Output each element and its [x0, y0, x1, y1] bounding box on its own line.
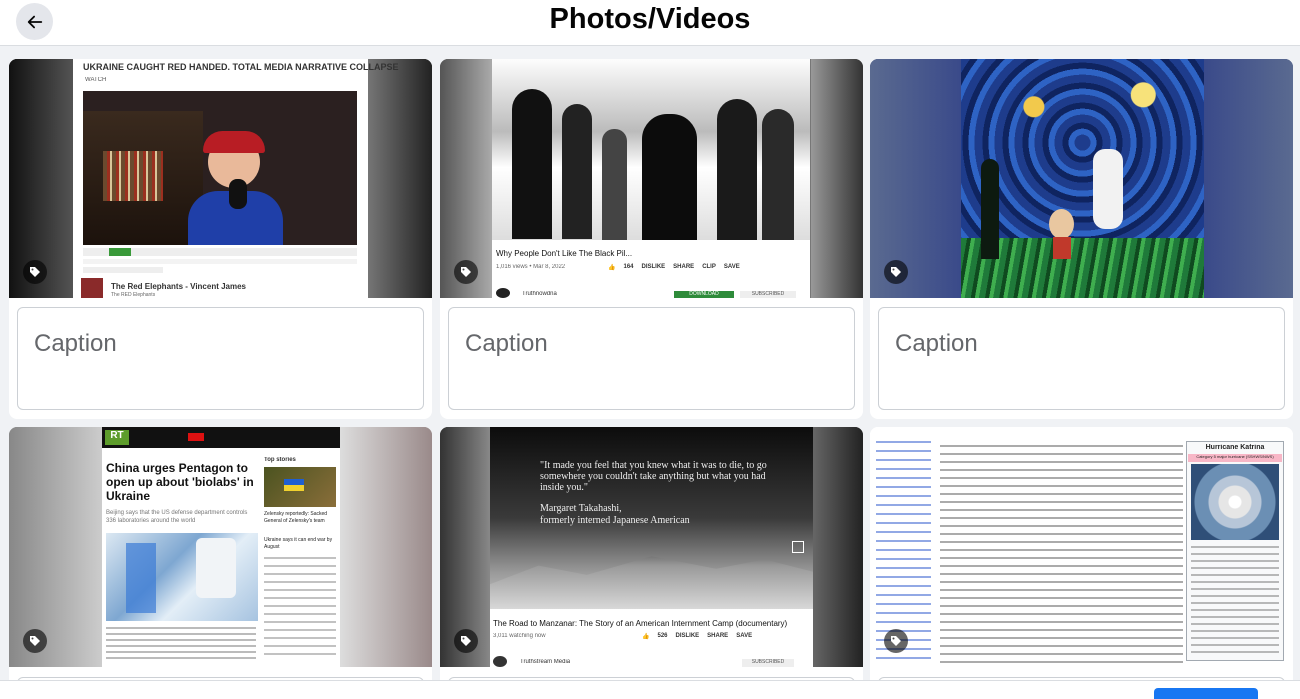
blur-edge: [811, 59, 863, 298]
caption-input[interactable]: Caption: [448, 307, 855, 410]
blur-edge: [340, 427, 432, 667]
tag-button[interactable]: [884, 260, 908, 284]
blur-edge: [813, 427, 863, 667]
clip-button[interactable]: CLIP: [702, 264, 716, 271]
quote-role: formerly interned Japanese American: [540, 515, 690, 526]
like-icon[interactable]: 👍: [608, 264, 615, 271]
article-body: [940, 445, 1183, 667]
screenshot-page: Why People Don't Like The Black Pil... 1…: [492, 59, 810, 298]
dislike-button[interactable]: DISLIKE: [676, 633, 700, 640]
screenshot-page: "It made you feel that you knew what it …: [490, 427, 813, 667]
media-card: Caption: [870, 59, 1293, 419]
tag-icon: [461, 267, 471, 277]
subscribe-button[interactable]: SUBSCRIBED: [740, 291, 796, 298]
footer-bar: [0, 680, 1300, 699]
side-heading: Top stories: [264, 457, 296, 463]
media-card: RT China urges Pentagon to open up about…: [9, 427, 432, 699]
tag-button[interactable]: [884, 629, 908, 653]
media-thumbnail[interactable]: RT China urges Pentagon to open up about…: [9, 427, 432, 667]
site-navbar: RT: [102, 427, 340, 448]
media-card: Why People Don't Like The Black Pil... 1…: [440, 59, 863, 419]
expand-icon[interactable]: [792, 541, 804, 553]
channel-name: The Red Elephants - Vincent James: [111, 282, 247, 291]
media-card: Hurricane Katrina Category 5 major hurri…: [870, 427, 1293, 699]
dislike-button[interactable]: DISLIKE: [642, 264, 666, 271]
tag-button[interactable]: [23, 260, 47, 284]
blur-edge: [1204, 59, 1293, 298]
video-frame: [492, 59, 810, 240]
media-thumbnail[interactable]: [870, 59, 1293, 298]
screenshot-page: UKRAINE CAUGHT RED HANDED. TOTAL MEDIA N…: [73, 59, 399, 298]
media-thumbnail[interactable]: Why People Don't Like The Black Pil... 1…: [440, 59, 863, 298]
tag-button[interactable]: [23, 629, 47, 653]
hurricane-image: [1191, 464, 1279, 540]
video-meta: 1,016 views • Mar 8, 2022: [496, 264, 566, 270]
share-button[interactable]: SHARE: [707, 633, 728, 640]
site-logo: RT: [105, 430, 129, 445]
subscribe-button[interactable]: SUBSCRIBED: [742, 659, 794, 667]
media-card: UKRAINE CAUGHT RED HANDED. TOTAL MEDIA N…: [9, 59, 432, 419]
blur-edge: [9, 427, 102, 667]
download-button[interactable]: DOWNLOAD: [674, 291, 734, 298]
article-image: [106, 533, 258, 621]
media-card: "It made you feel that you knew what it …: [440, 427, 863, 699]
save-button[interactable]: SAVE: [736, 633, 752, 640]
infobox: Hurricane Katrina Category 5 major hurri…: [1186, 441, 1284, 661]
wiki-sidebar: [876, 441, 931, 661]
caption-placeholder: Caption: [465, 330, 548, 357]
quote-text: "It made you feel that you knew what it …: [540, 460, 767, 493]
media-thumbnail[interactable]: "It made you feel that you knew what it …: [440, 427, 863, 667]
page-title: Photos/Videos: [549, 3, 751, 35]
screenshot-page: RT China urges Pentagon to open up about…: [102, 427, 340, 667]
tag-icon: [891, 636, 901, 646]
action-row: 👍 526 DISLIKE SHARE SAVE: [642, 633, 752, 640]
video-frame: "It made you feel that you knew what it …: [490, 427, 813, 609]
caption-placeholder: Caption: [34, 330, 117, 357]
media-thumbnail[interactable]: UKRAINE CAUGHT RED HANDED. TOTAL MEDIA N…: [9, 59, 432, 298]
caption-placeholder: Caption: [895, 330, 978, 357]
video-frame: [83, 91, 357, 245]
share-button[interactable]: SHARE: [673, 264, 694, 271]
tag-button[interactable]: [454, 629, 478, 653]
article-subtitle: Beijing says that the US defense departm…: [106, 510, 248, 524]
video-title: Why People Don't Like The Black Pil...: [496, 249, 633, 258]
caption-input[interactable]: Caption: [878, 307, 1285, 410]
side-image: [264, 467, 336, 507]
watch-label: WATCH: [85, 77, 107, 83]
tag-icon: [461, 636, 471, 646]
video-title: The Road to Manzanar: The Story of an Am…: [493, 619, 788, 628]
tag-button[interactable]: [454, 260, 478, 284]
channel-name: Truthstream Media: [520, 659, 571, 665]
screenshot-page: Hurricane Katrina Category 5 major hurri…: [870, 427, 1293, 667]
painting: [961, 59, 1204, 298]
side-story: Zelensky reportedly: Sacked General of Z…: [264, 511, 328, 524]
tag-icon: [30, 636, 40, 646]
avatar: [496, 288, 510, 298]
caption-input[interactable]: Caption: [17, 307, 424, 410]
header-bar: Photos/Videos: [0, 0, 1300, 46]
blur-edge: [870, 59, 961, 298]
action-row: 👍 164 DISLIKE SHARE CLIP SAVE: [608, 264, 740, 271]
headline: UKRAINE CAUGHT RED HANDED. TOTAL MEDIA N…: [83, 62, 399, 72]
side-story: Ukraine says it can end war by August: [264, 537, 333, 550]
like-icon[interactable]: 👍: [642, 633, 649, 640]
quote-name: Margaret Takahashi,: [540, 503, 622, 514]
media-thumbnail[interactable]: Hurricane Katrina Category 5 major hurri…: [870, 427, 1293, 667]
tag-icon: [891, 267, 901, 277]
blur-edge: [367, 59, 432, 298]
channel-sub: The RED Elephants: [111, 292, 156, 298]
infobox-category: Category 5 major hurricane (SSHWS/NWS): [1188, 454, 1282, 462]
video-meta: 3,011 watching now: [493, 633, 546, 639]
like-count: 164: [623, 264, 634, 270]
primary-action-button[interactable]: [1154, 688, 1258, 699]
tag-icon: [30, 267, 40, 277]
like-count: 526: [657, 633, 668, 639]
infobox-title: Hurricane Katrina: [1205, 444, 1265, 451]
avatar: [493, 656, 507, 667]
save-button[interactable]: SAVE: [724, 264, 740, 271]
article-headline: China urges Pentagon to open up about 'b…: [106, 461, 254, 503]
channel-name: Truthnowdna: [522, 291, 557, 297]
